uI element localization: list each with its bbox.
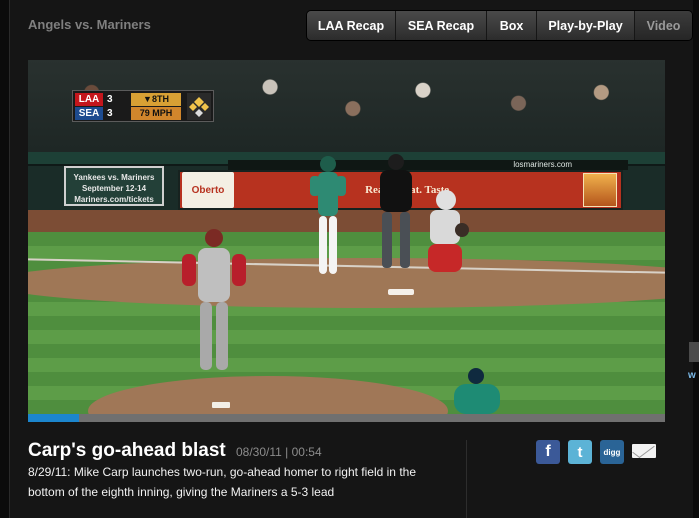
progress-fill	[28, 414, 79, 422]
pitchers-rubber	[212, 402, 230, 408]
inning-indicator: ▼8TH	[131, 93, 181, 106]
clip-date: 08/30/11	[236, 445, 282, 459]
share-bar: f t digg	[536, 440, 656, 464]
clip-meta: 08/30/11 | 00:54	[236, 445, 322, 459]
carousel-thumb[interactable]	[689, 342, 699, 362]
tab-sea-recap[interactable]: SEA Recap	[396, 11, 487, 40]
batter-icon	[310, 156, 346, 274]
tab-bar: LAA Recap SEA Recap Box Play-by-Play Vid…	[306, 10, 693, 41]
email-share-icon[interactable]	[632, 444, 656, 458]
url-strip: losmariners.com	[228, 160, 628, 170]
carousel-more[interactable]: w	[688, 370, 696, 381]
divider	[466, 440, 467, 518]
clip-description: 8/29/11: Mike Carp launches two-run, go-…	[28, 465, 416, 499]
home-team: SEA	[75, 107, 103, 120]
pitcher-icon	[182, 229, 246, 370]
away-team: LAA	[75, 93, 103, 106]
scorebug: LAA 3 SEA 3 ▼8TH 79 MPH	[72, 90, 214, 122]
baserunner-icon	[454, 368, 500, 414]
ad-logo: Oberto	[182, 172, 234, 208]
facebook-share-button[interactable]: f	[536, 440, 560, 464]
video-progress-bar[interactable]	[28, 414, 665, 422]
bases-icon	[187, 93, 211, 120]
page-title: Angels vs. Mariners	[28, 17, 151, 32]
twitter-share-button[interactable]: t	[568, 440, 592, 464]
wall-sign: Yankees vs. Mariners September 12-14 Mar…	[64, 166, 164, 206]
jerky-bag-icon	[583, 173, 617, 207]
catcher-icon	[428, 190, 469, 272]
away-score: 3	[107, 94, 113, 105]
pitch-speed: 79 MPH	[131, 107, 181, 120]
home-plate	[388, 289, 414, 295]
home-score: 3	[107, 108, 113, 119]
clip-title: Carp's go-ahead blast	[28, 440, 226, 461]
tab-play-by-play[interactable]: Play-by-Play	[537, 11, 635, 40]
tab-video[interactable]: Video	[635, 11, 692, 40]
tab-laa-recap[interactable]: LAA Recap	[307, 11, 396, 40]
video-player[interactable]: Yankees vs. Mariners September 12-14 Mar…	[28, 60, 665, 414]
digg-share-button[interactable]: digg	[600, 440, 624, 464]
tab-box[interactable]: Box	[487, 11, 537, 40]
clip-duration: 00:54	[291, 445, 322, 459]
